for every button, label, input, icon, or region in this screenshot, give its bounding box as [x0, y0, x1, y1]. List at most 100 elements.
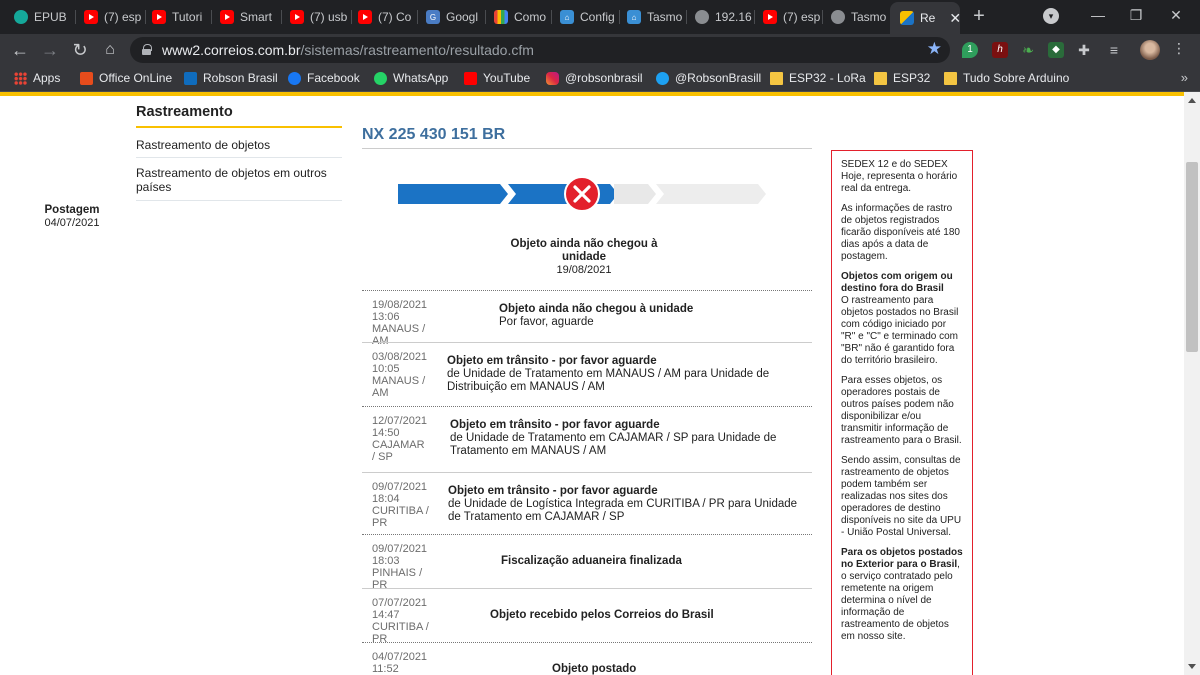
tab-youtube-3[interactable]: Smart — [220, 6, 282, 28]
tab-ip[interactable]: 192.16 — [695, 6, 755, 28]
event-description: Objeto postado — [552, 663, 637, 675]
close-tab-icon[interactable]: ✕ — [949, 10, 960, 27]
menu-kebab-icon[interactable]: ⋮ — [1172, 40, 1186, 57]
globe-icon — [695, 10, 709, 24]
scroll-up-icon[interactable] — [1188, 98, 1196, 103]
new-tab-button[interactable]: + — [968, 4, 990, 28]
progress-step-pending-1 — [614, 184, 656, 204]
tracking-code: NX 225 430 151 BR — [362, 126, 812, 149]
grid-icon — [494, 10, 508, 24]
bookmark-page-icon — [770, 71, 783, 85]
bookmark-esp32-lora[interactable]: ESP32 - LoRa — [770, 71, 866, 85]
office-icon — [80, 71, 93, 85]
tab-youtube-2[interactable]: Tutori — [152, 6, 212, 28]
forward-icon[interactable]: → — [38, 38, 62, 62]
bookmark-facebook[interactable]: Facebook — [288, 71, 360, 85]
avatar[interactable] — [1140, 40, 1160, 60]
apps-grid-icon — [14, 71, 27, 85]
close-window-icon[interactable]: ✕ — [1158, 4, 1194, 26]
sidebar-item-rastreamento-outros-paises[interactable]: Rastreamento de objetos em outros países — [136, 158, 342, 201]
bookmark-whatsapp[interactable]: WhatsApp — [374, 71, 448, 85]
tab-youtube-4[interactable]: (7) usb — [290, 6, 352, 28]
home-icon[interactable]: ⌂ — [98, 38, 122, 62]
event-description: Objeto ainda não chegou à unidade Por fav… — [499, 303, 694, 328]
back-icon[interactable]: ← — [8, 38, 32, 62]
bookmark-robson-brasil[interactable]: Robson Brasil — [184, 71, 278, 85]
facebook-icon — [288, 71, 301, 85]
h-extension-icon[interactable]: h — [992, 42, 1008, 58]
minimize-icon[interactable]: — — [1080, 4, 1116, 26]
sidebar-item-rastreamento-objetos[interactable]: Rastreamento de objetos — [136, 128, 342, 158]
tab-tasmota-2[interactable]: Tasmo — [831, 6, 887, 28]
reload-icon[interactable]: ↻ — [68, 38, 92, 62]
tab-google[interactable]: G Googl — [426, 6, 486, 28]
correios-icon — [900, 11, 914, 25]
bookmark-star-icon[interactable]: ★ — [927, 39, 942, 59]
flag-extension-icon[interactable]: ◆ — [1048, 42, 1064, 58]
lock-icon — [142, 44, 152, 55]
youtube-icon — [464, 71, 477, 85]
google-translate-icon: G — [426, 10, 440, 24]
event-description: Objeto recebido pelos Correios do Brasil — [490, 609, 714, 621]
event-meta: 04/07/2021 11:52 — [372, 651, 428, 675]
bookmarks-bar: Apps Office OnLine Robson Brasil Faceboo… — [0, 66, 1200, 92]
twitter-icon — [656, 71, 669, 85]
tab-strip: EPUB (7) esp Tutori Smart (7) usb (7) Co… — [0, 0, 1200, 34]
progress-step-done-1 — [398, 184, 508, 204]
event-meta: 19/08/2021 13:06 MANAUS / AM — [372, 299, 428, 347]
info-heading: Objetos com origem ou destino fora do Br… — [841, 271, 953, 294]
tab-youtube-5[interactable]: (7) Co — [358, 6, 418, 28]
restore-icon[interactable]: ❐ — [1118, 4, 1154, 26]
scroll-down-icon[interactable] — [1188, 664, 1196, 669]
youtube-icon — [763, 10, 777, 24]
tab-como[interactable]: Como — [494, 6, 552, 28]
progress-step-done-2 — [508, 184, 618, 204]
youtube-icon — [220, 10, 234, 24]
bookmark-esp32[interactable]: ESP32 — [874, 71, 930, 85]
table-row: 09/07/2021 18:04 CURITIBA / PR Objeto em t… — [362, 472, 812, 534]
sidebar-title: Rastreamento — [136, 104, 342, 128]
info-paragraph: Sendo assim, consultas de rastreamento d… — [841, 455, 962, 538]
table-row: 04/07/2021 11:52 Objeto postado — [362, 642, 812, 675]
tab-search-icon[interactable]: ▾ — [1043, 8, 1059, 24]
puzzle-extension-icon[interactable]: ✚ — [1076, 42, 1092, 58]
bookmark-office[interactable]: Office OnLine — [80, 71, 172, 85]
bookmark-apps[interactable]: Apps — [14, 71, 60, 85]
bookmark-arduino[interactable]: Tudo Sobre Arduino — [944, 71, 1069, 85]
shield-extension-icon[interactable]: 1 — [962, 42, 978, 58]
progress-step-pending-2 — [656, 184, 766, 204]
bookmark-instagram[interactable]: @robsonbrasil — [546, 71, 643, 85]
info-paragraph: As informações de rastro de objetos regi… — [841, 203, 960, 262]
youtube-icon — [358, 10, 372, 24]
scroll-thumb[interactable] — [1186, 162, 1198, 352]
table-row: 12/07/2021 14:50 CAJAMAR / SP Objeto em tr… — [362, 406, 812, 472]
address-bar[interactable]: www2.correios.com.br/sistemas/rastreamen… — [130, 37, 950, 63]
tab-config[interactable]: ⌂ Config — [560, 6, 620, 28]
reading-list-icon[interactable]: ≡ — [1106, 42, 1122, 58]
tracking-events: 19/08/2021 13:06 MANAUS / AM Objeto ainda … — [362, 290, 812, 675]
tab-correios-active[interactable]: Re ✕ — [890, 2, 960, 34]
table-row: 07/07/2021 14:47 CURITIBA / PR Objeto rece… — [362, 588, 812, 645]
tracking-main: NX 225 430 151 BR Postagem 04/07/2021 Obj… — [44, 126, 812, 675]
tab-tasmota-1[interactable]: ⌂ Tasmo — [627, 6, 687, 28]
event-meta: 09/07/2021 18:03 PINHAIS / PR — [372, 543, 428, 591]
feather-extension-icon[interactable]: ❧ — [1020, 42, 1036, 58]
sidebar-menu: Rastreamento Rastreamento de objetos Ras… — [136, 104, 342, 201]
bookmark-twitter[interactable]: @RobsonBrasill — [656, 71, 761, 85]
info-paragraph: Para os objetos postados no Exterior par… — [841, 547, 963, 642]
more-bookmarks-icon[interactable]: » — [1181, 70, 1188, 85]
tab-youtube-6[interactable]: (7) esp — [763, 6, 823, 28]
bookmark-page-icon — [944, 71, 957, 85]
youtube-icon — [152, 10, 166, 24]
info-box: SEDEX 12 e do SEDEX Hoje, representa o h… — [831, 150, 973, 675]
table-row: 19/08/2021 13:06 MANAUS / AM Objeto ainda … — [362, 290, 812, 347]
bookmark-youtube[interactable]: YouTube — [464, 71, 530, 85]
event-description: Fiscalização aduaneira finalizada — [501, 555, 682, 567]
tab-youtube-1[interactable]: (7) esp — [84, 6, 146, 28]
page-scrollbar[interactable] — [1184, 92, 1200, 675]
url-text: www2.correios.com.br/sistemas/rastreamen… — [162, 42, 534, 58]
tab-epub[interactable]: EPUB — [14, 6, 76, 28]
tasmota-icon: ⌂ — [560, 10, 574, 24]
table-row: 09/07/2021 18:03 PINHAIS / PR Fiscalização… — [362, 534, 812, 591]
epub-icon — [14, 10, 28, 24]
